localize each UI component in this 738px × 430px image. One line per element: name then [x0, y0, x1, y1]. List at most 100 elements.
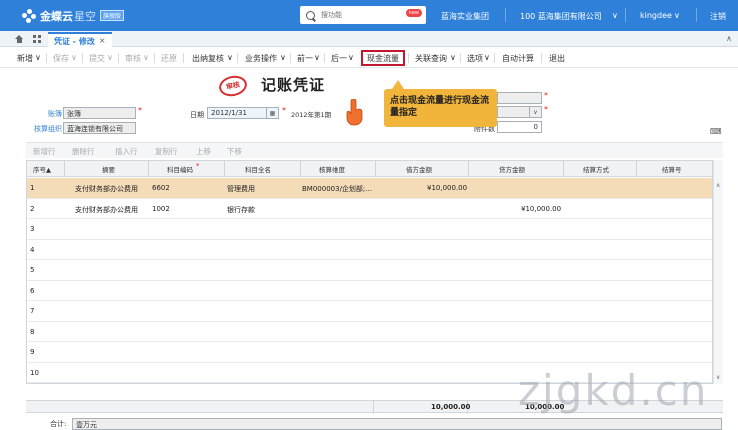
related-query-button[interactable]: 关联查询: [415, 53, 447, 64]
cell-no[interactable]: 5: [30, 266, 34, 274]
move-down-button[interactable]: 下移: [227, 146, 242, 157]
voucher-word-field[interactable]: [497, 92, 542, 104]
table-row[interactable]: 3: [27, 219, 712, 240]
comment-icon[interactable]: ⌨: [710, 127, 722, 136]
home-icon[interactable]: [15, 35, 24, 43]
app-logo[interactable]: 金蝶云 星空 旗舰版: [22, 8, 125, 24]
tab-voucher-edit[interactable]: 凭证 - 修改 ×: [48, 32, 112, 47]
cell-no[interactable]: 9: [30, 348, 34, 356]
chevron-down-icon[interactable]: ∨: [35, 53, 41, 62]
divider: [494, 53, 495, 63]
insert-row-button[interactable]: 插入行: [115, 146, 138, 157]
table-row[interactable]: 7: [27, 301, 712, 322]
table-row[interactable]: 6: [27, 281, 712, 301]
cell-no[interactable]: 3: [30, 225, 34, 233]
cash-flow-highlight: [361, 50, 405, 66]
chevron-down-icon[interactable]: ∨: [674, 11, 680, 20]
chevron-down-icon[interactable]: ∨: [484, 53, 490, 62]
cell-code[interactable]: 6602: [152, 184, 170, 192]
org-group-link[interactable]: 蓝海实业集团: [441, 11, 489, 22]
chevron-down-icon[interactable]: ∨: [143, 53, 149, 62]
cell-no[interactable]: 8: [30, 328, 34, 336]
restore-button[interactable]: 还原: [161, 53, 177, 64]
chevron-down-icon[interactable]: ∨: [107, 53, 113, 62]
voucher-no-field[interactable]: ∨: [497, 106, 542, 118]
cashier-review-button[interactable]: 出纳复核: [192, 53, 224, 64]
close-icon[interactable]: ×: [99, 36, 106, 45]
hint-callout: 点击现金流量进行现金流量指定: [384, 80, 497, 127]
book-field[interactable]: 张簿: [63, 107, 136, 119]
cell-code[interactable]: 1002: [152, 205, 170, 213]
new-button[interactable]: 新增: [17, 53, 33, 64]
user-menu[interactable]: kingdee: [640, 11, 672, 20]
cell-dim[interactable]: BM000003/企划部;...: [302, 184, 372, 194]
chevron-down-icon[interactable]: ∨: [348, 53, 354, 62]
apps-grid-icon[interactable]: [33, 35, 41, 43]
chevron-down-icon[interactable]: ∨: [612, 11, 618, 20]
prev-button[interactable]: 前一: [297, 53, 313, 64]
col-header-settle-method[interactable]: 结算方式: [583, 164, 609, 174]
chevron-down-icon[interactable]: ∨: [71, 53, 77, 62]
table-row[interactable]: 2 支付财务部办公费用 1002 银行存款 ¥10,000.00: [27, 199, 712, 219]
auto-calc-button[interactable]: 自动计算: [502, 53, 534, 64]
cell-summary[interactable]: 支付财务部办公费用: [75, 205, 138, 215]
business-ops-button[interactable]: 业务操作: [245, 53, 277, 64]
chevron-down-icon[interactable]: ∨: [450, 53, 456, 62]
table-row[interactable]: 8: [27, 322, 712, 342]
exit-button[interactable]: 退出: [549, 53, 565, 64]
table-row[interactable]: 9: [27, 342, 712, 363]
calendar-icon[interactable]: ▦: [266, 108, 278, 118]
next-button[interactable]: 后一: [331, 53, 347, 64]
acct-org-field[interactable]: 蓝海连锁有限公司: [63, 122, 136, 134]
cell-no[interactable]: 1: [30, 184, 34, 192]
cell-no[interactable]: 10: [30, 369, 39, 377]
cell-summary[interactable]: 支付财务部办公费用: [75, 184, 138, 194]
col-divider: [375, 161, 376, 177]
kingdee-logo-icon: [22, 8, 36, 23]
options-button[interactable]: 选项: [467, 53, 483, 64]
attachments-field[interactable]: 0: [497, 121, 542, 133]
chevron-down-icon[interactable]: ∨: [314, 53, 320, 62]
delete-row-button[interactable]: 删除行: [72, 146, 95, 157]
col-header-credit[interactable]: 贷方金额: [499, 164, 525, 174]
chevron-down-icon[interactable]: ∨: [716, 374, 720, 381]
search-icon[interactable]: [306, 10, 315, 20]
search-input[interactable]: [321, 11, 401, 19]
total-words-field: 壹万元: [72, 418, 722, 430]
col-header-name[interactable]: 科目全名: [245, 164, 271, 174]
chevron-up-icon[interactable]: ∧: [716, 182, 720, 189]
col-header-no[interactable]: 序号▲: [33, 164, 51, 174]
cell-name[interactable]: 银行存款: [227, 205, 255, 215]
move-up-button[interactable]: 上移: [196, 146, 211, 157]
col-header-dim[interactable]: 核算维度: [319, 164, 345, 174]
table-row[interactable]: 1 支付财务部办公费用 6602 管理费用 BM000003/企划部;... ¥10,00…: [27, 178, 712, 199]
company-selector[interactable]: 100 蓝海集团有限公司: [520, 11, 602, 22]
search-box[interactable]: new: [300, 6, 426, 24]
cell-credit[interactable]: ¥10,000.00: [521, 205, 561, 213]
col-header-debit[interactable]: 借方金额: [406, 164, 432, 174]
submit-button[interactable]: 提交: [89, 53, 105, 64]
cell-no[interactable]: 2: [30, 205, 34, 213]
chevron-down-icon[interactable]: ∨: [227, 53, 233, 62]
add-row-button[interactable]: 新增行: [33, 146, 56, 157]
cell-no[interactable]: 4: [30, 246, 34, 254]
cell-name[interactable]: 管理费用: [227, 184, 255, 194]
table-row[interactable]: 4: [27, 240, 712, 260]
audit-button[interactable]: 审核: [125, 53, 141, 64]
chevron-down-icon[interactable]: ∨: [280, 53, 286, 62]
table-row[interactable]: 5: [27, 260, 712, 281]
save-button[interactable]: 保存: [53, 53, 69, 64]
copy-row-button[interactable]: 复制行: [155, 146, 178, 157]
cell-no[interactable]: 6: [30, 287, 34, 295]
chevron-up-icon[interactable]: ∧: [726, 34, 732, 43]
col-header-code[interactable]: 科目编码: [167, 164, 193, 174]
col-header-settle-no[interactable]: 结算号: [662, 164, 682, 174]
cell-no[interactable]: 7: [30, 307, 34, 315]
grid-scrollbar[interactable]: ∧ ∨: [713, 160, 723, 384]
logout-link[interactable]: 注销: [710, 11, 726, 22]
cell-debit[interactable]: ¥10,000.00: [427, 184, 467, 192]
date-field[interactable]: 2012/1/31 ▦: [207, 107, 279, 119]
col-divider: [224, 161, 225, 177]
chevron-down-icon[interactable]: ∨: [529, 107, 541, 117]
col-header-summary[interactable]: 摘要: [102, 164, 115, 174]
